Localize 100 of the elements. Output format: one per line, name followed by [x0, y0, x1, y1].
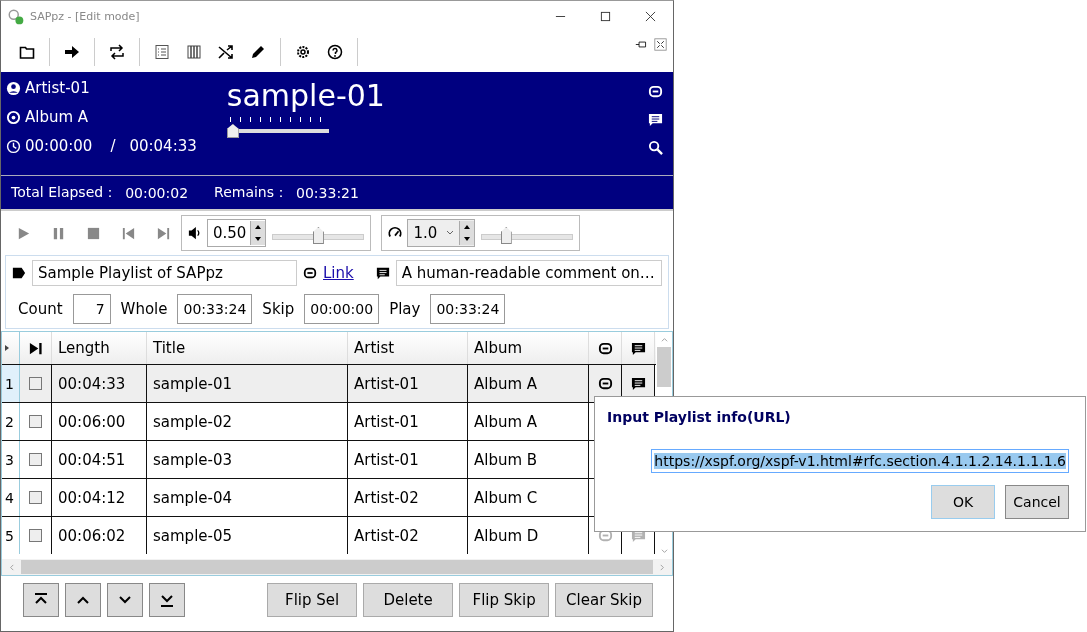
- checkbox[interactable]: [29, 377, 42, 390]
- remains-label: Remains：: [214, 183, 289, 202]
- horizontal-scrollbar[interactable]: [2, 559, 672, 575]
- comment-icon[interactable]: [648, 112, 663, 127]
- next-icon[interactable]: [156, 225, 171, 241]
- seek-slider[interactable]: [226, 117, 329, 137]
- remains-value: 00:33:21: [296, 184, 359, 201]
- whole-label: Whole: [120, 300, 168, 318]
- table-cell: sample-05: [147, 517, 348, 554]
- table-cell: Artist-01: [348, 441, 468, 478]
- help-icon[interactable]: [327, 44, 343, 60]
- action-button[interactable]: Delete: [363, 583, 454, 617]
- url-input-field[interactable]: https://xspf.org/xspf-v1.html#rfc.section.4.1.1.2.14.1.1.1.6: [651, 449, 1069, 473]
- search-icon[interactable]: [648, 140, 663, 155]
- column-header[interactable]: Title: [147, 332, 348, 364]
- play-icon[interactable]: [16, 225, 31, 241]
- dialog-title: Input Playlist info(URL): [607, 409, 792, 425]
- count-label: Count: [18, 300, 63, 318]
- column-header[interactable]: Length: [52, 332, 147, 364]
- row-header[interactable]: 4: [2, 479, 20, 516]
- move-top-button[interactable]: [23, 583, 59, 617]
- comment-field[interactable]: A human-readable comment on…: [395, 260, 662, 286]
- table-cell: 00:06:00: [52, 403, 147, 440]
- play-field[interactable]: 00:33:24: [430, 294, 506, 324]
- column-header[interactable]: Album: [468, 332, 589, 364]
- fullscreen-icon[interactable]: [654, 38, 667, 51]
- time-separator: /: [110, 137, 116, 155]
- track-title: sample-01: [226, 78, 385, 114]
- table-cell: 00:04:33: [52, 365, 147, 402]
- table-cell: Artist-01: [348, 403, 468, 440]
- folder-icon[interactable]: [19, 44, 35, 60]
- shuffle-icon[interactable]: [218, 44, 234, 60]
- move-down-button[interactable]: [107, 583, 143, 617]
- table-cell: sample-04: [147, 479, 348, 516]
- row-header[interactable]: 1: [2, 365, 20, 402]
- spin-buttons[interactable]: [459, 221, 475, 245]
- move-up-button[interactable]: [65, 583, 101, 617]
- table-cell: sample-03: [147, 441, 348, 478]
- artist-label: Artist-01: [25, 79, 90, 97]
- skip-label: Skip: [262, 300, 295, 318]
- row-header[interactable]: 2: [2, 403, 20, 440]
- action-button[interactable]: Flip Sel: [267, 583, 358, 617]
- arrow-right-icon[interactable]: [64, 44, 80, 60]
- tag-icon: [12, 266, 26, 280]
- volume-thumb[interactable]: [312, 227, 324, 244]
- table-cell: Artist-02: [348, 479, 468, 516]
- gauge-icon: [388, 226, 403, 240]
- move-bottom-icon: [159, 592, 175, 608]
- dialog-button[interactable]: Cancel: [1005, 485, 1069, 519]
- volume-spinbox[interactable]: 0.50: [207, 219, 267, 247]
- speed-thumb[interactable]: [500, 227, 512, 244]
- action-button[interactable]: Flip Skip: [459, 583, 550, 617]
- count-field[interactable]: 7: [72, 294, 111, 324]
- corner-icon: [5, 345, 11, 351]
- action-button[interactable]: Clear Skip: [555, 583, 653, 617]
- spin-buttons[interactable]: [250, 221, 266, 245]
- table-cell: 00:04:51: [52, 441, 147, 478]
- app-logo-icon: [7, 7, 25, 26]
- seek-thumb[interactable]: [226, 124, 239, 138]
- table-cell: Album C: [468, 479, 589, 516]
- skip-field[interactable]: 00:00:00: [304, 294, 380, 324]
- skip-to-end-icon[interactable]: [28, 340, 43, 356]
- checkbox[interactable]: [29, 453, 42, 466]
- stop-icon[interactable]: [86, 225, 101, 241]
- window-title: SAPpz - [Edit mode]: [30, 10, 140, 23]
- row-header[interactable]: 5: [2, 517, 20, 554]
- list-icon[interactable]: [154, 44, 170, 60]
- table-cell: Artist-02: [348, 517, 468, 554]
- elapsed-time: 00:00:00: [25, 137, 93, 155]
- table-cell: Album D: [468, 517, 589, 554]
- repeat-icon[interactable]: [109, 44, 125, 60]
- table-cell: 00:04:12: [52, 479, 147, 516]
- dialog-button[interactable]: OK: [931, 485, 995, 519]
- maximize-icon[interactable]: [600, 11, 611, 22]
- move-bottom-button[interactable]: [149, 583, 185, 617]
- checkbox[interactable]: [29, 415, 42, 428]
- pin-icon[interactable]: [635, 38, 648, 51]
- row-header[interactable]: 3: [2, 441, 20, 478]
- column-header[interactable]: Artist: [348, 332, 468, 364]
- whole-field[interactable]: 00:33:24: [177, 294, 253, 324]
- checkbox[interactable]: [29, 529, 42, 542]
- comment-icon[interactable]: [630, 376, 646, 391]
- speed-combobox[interactable]: 1.0: [407, 219, 476, 247]
- close-icon[interactable]: [645, 11, 656, 22]
- link-icon[interactable]: [597, 376, 613, 391]
- scrollbar-thumb[interactable]: [657, 347, 671, 387]
- pause-icon[interactable]: [51, 225, 66, 241]
- checkbox[interactable]: [29, 491, 42, 504]
- pencil-icon[interactable]: [250, 44, 266, 60]
- previous-icon[interactable]: [121, 225, 136, 241]
- settings-icon[interactable]: [295, 44, 311, 60]
- speaker-icon: [188, 226, 202, 240]
- duration-time: 00:04:33: [129, 137, 197, 155]
- link[interactable]: Link: [323, 264, 354, 282]
- columns-icon[interactable]: [186, 44, 202, 60]
- playlist-title-field[interactable]: Sample Playlist of SAPpz: [32, 260, 297, 286]
- comment-icon: [630, 340, 646, 356]
- album-label: Album A: [25, 108, 89, 126]
- comment-icon: [375, 266, 390, 280]
- scrollbar-thumb[interactable]: [21, 560, 653, 574]
